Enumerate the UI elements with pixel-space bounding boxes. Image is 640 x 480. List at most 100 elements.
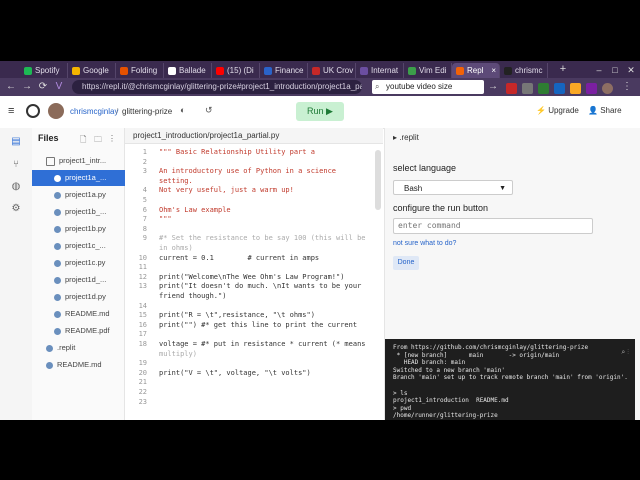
settings-icon[interactable]: ⚙ — [10, 203, 22, 215]
browser-tab[interactable]: Google — [68, 63, 116, 78]
code-line: print("It doesn't do much. \nIt wants to… — [159, 282, 362, 291]
browser-tab[interactable]: Repl × — [452, 63, 500, 78]
close-window-button[interactable]: ✕ — [624, 63, 638, 77]
go-arrow-icon[interactable]: → — [486, 80, 500, 94]
file-item[interactable]: .replit — [32, 340, 138, 356]
tab-favicon-icon — [216, 66, 224, 75]
terminal-search-icon[interactable]: ⌕ ⋮ — [621, 349, 629, 357]
hamburger-icon[interactable]: ≡ — [8, 106, 18, 117]
file-label: project1c.py — [65, 258, 106, 267]
files-icon[interactable]: ▤ — [10, 136, 22, 148]
tab-label: chrismc — [515, 66, 543, 75]
terminal-line: HEAD branch: main — [393, 359, 466, 367]
browser-tab[interactable]: Internat — [356, 63, 404, 78]
code-line: current = 0.1 # current in amps — [159, 253, 320, 262]
line-number: 12 — [138, 272, 147, 281]
browser-tab[interactable]: Folding — [116, 63, 164, 78]
share-label: Share — [600, 106, 622, 115]
tab-favicon-icon — [504, 66, 512, 75]
minimize-button[interactable]: – — [592, 63, 606, 77]
replit-config-label: .replit — [399, 133, 419, 142]
repl-settings-icon[interactable]: ◐ — [180, 105, 185, 115]
help-link[interactable]: not sure what to do? — [393, 240, 456, 247]
share-button[interactable]: 👤 Share — [588, 106, 622, 115]
file-icon — [54, 174, 61, 182]
line-number: 11 — [138, 263, 147, 272]
line-number: 13 — [138, 282, 147, 291]
command-input[interactable] — [393, 218, 593, 234]
browser-tab[interactable]: Finance — [260, 63, 308, 78]
code-line: print("R = \t",resistance, "\t ohms") — [159, 311, 315, 320]
back-button[interactable]: ← — [4, 80, 18, 94]
close-tab-icon[interactable]: × — [491, 66, 496, 75]
version-control-icon[interactable]: ⑂ — [10, 159, 22, 171]
line-number: 6 — [142, 205, 147, 214]
code-line: in ohms) — [159, 244, 193, 252]
line-number: 14 — [138, 301, 147, 310]
upgrade-label: Upgrade — [548, 106, 579, 115]
tab-favicon-icon — [312, 66, 320, 75]
avatar[interactable] — [48, 103, 64, 119]
extension-icon[interactable] — [538, 83, 549, 94]
language-select[interactable]: Bash ▼ — [393, 180, 513, 195]
file-icon — [54, 191, 61, 199]
run-button[interactable]: Run ▶ — [296, 102, 344, 121]
folder-item[interactable]: project1_intr... — [32, 153, 138, 169]
search-icon: ⌕ — [375, 82, 380, 91]
new-folder-icon[interactable]: 🗀 — [94, 134, 102, 148]
file-label: project1c_... — [65, 241, 106, 250]
line-number: 3 — [142, 167, 147, 176]
menu-icon[interactable]: ⋮ — [620, 80, 634, 94]
extension-icon[interactable] — [506, 83, 517, 94]
owner-link[interactable]: chrismcginlay — [70, 107, 118, 116]
line-number: 21 — [138, 378, 147, 387]
extension-icon[interactable] — [554, 83, 565, 94]
database-icon[interactable]: ◍ — [10, 181, 22, 193]
more-icon[interactable]: ⋮ — [108, 134, 116, 143]
browser-tab[interactable]: (15) (Di — [212, 63, 260, 78]
extension-icon[interactable] — [586, 83, 597, 94]
replit-logo-icon[interactable] — [26, 104, 40, 118]
replit-config-tab[interactable]: ▸ .replit — [393, 133, 419, 142]
history-icon[interactable]: ↺ — [205, 105, 213, 116]
browser-tab[interactable]: Ballade — [164, 63, 212, 78]
browser-tab[interactable]: UK Crov — [308, 63, 356, 78]
code-line: An introductory use of Python in a scien… — [159, 167, 337, 176]
upgrade-button[interactable]: ⚡ Upgrade — [536, 106, 579, 115]
file-item[interactable]: README.md — [32, 357, 138, 373]
code-line: Not very useful, just a warm up! — [159, 186, 294, 195]
done-button[interactable]: Done — [393, 256, 419, 270]
file-label: project1d.py — [65, 292, 106, 301]
repl-name[interactable]: glittering-prize — [122, 107, 172, 116]
search-field[interactable]: ⌕ youtube video size — [372, 80, 484, 94]
line-number: 4 — [142, 186, 147, 195]
code-line: friend though.") — [159, 292, 227, 300]
terminal[interactable]: ⌕ ⋮ From https://github.com/chrismcginla… — [385, 339, 635, 420]
extension-icon[interactable] — [522, 83, 533, 94]
maximize-button[interactable]: □ — [608, 63, 622, 77]
browser-tab[interactable]: Spotify — [20, 63, 68, 78]
editor-tab[interactable]: project1_introduction/project1a_partial.… — [125, 128, 383, 144]
extension-icon[interactable] — [570, 83, 581, 94]
browser-tab[interactable]: Vim Edi — [404, 63, 452, 78]
code-editor[interactable]: project1_introduction/project1a_partial.… — [125, 128, 383, 420]
editor-scrollbar[interactable] — [375, 150, 381, 210]
file-icon — [46, 344, 53, 352]
forward-button[interactable]: → — [20, 80, 34, 94]
browser-tab[interactable]: chrismc — [500, 63, 548, 78]
line-number: 19 — [138, 359, 147, 368]
tab-label: Spotify — [35, 66, 60, 75]
file-label: README.pdf — [65, 326, 110, 335]
profile-icon[interactable] — [602, 83, 613, 94]
reload-button[interactable]: ⟳ — [36, 80, 50, 94]
tab-favicon-icon — [360, 66, 368, 75]
address-text: https://repl.it/@chrismcginlay/glitterin… — [82, 82, 362, 91]
tab-favicon-icon — [120, 66, 128, 75]
line-number: 18 — [138, 340, 147, 348]
address-bar[interactable]: https://repl.it/@chrismcginlay/glitterin… — [72, 80, 362, 94]
tab-favicon-icon — [168, 66, 176, 75]
new-file-icon[interactable]: 🗋 — [80, 134, 86, 148]
terminal-line: /home/runner/glittering-prize — [393, 412, 498, 420]
line-number: 1 — [142, 148, 147, 156]
new-tab-button[interactable]: + — [556, 63, 570, 77]
